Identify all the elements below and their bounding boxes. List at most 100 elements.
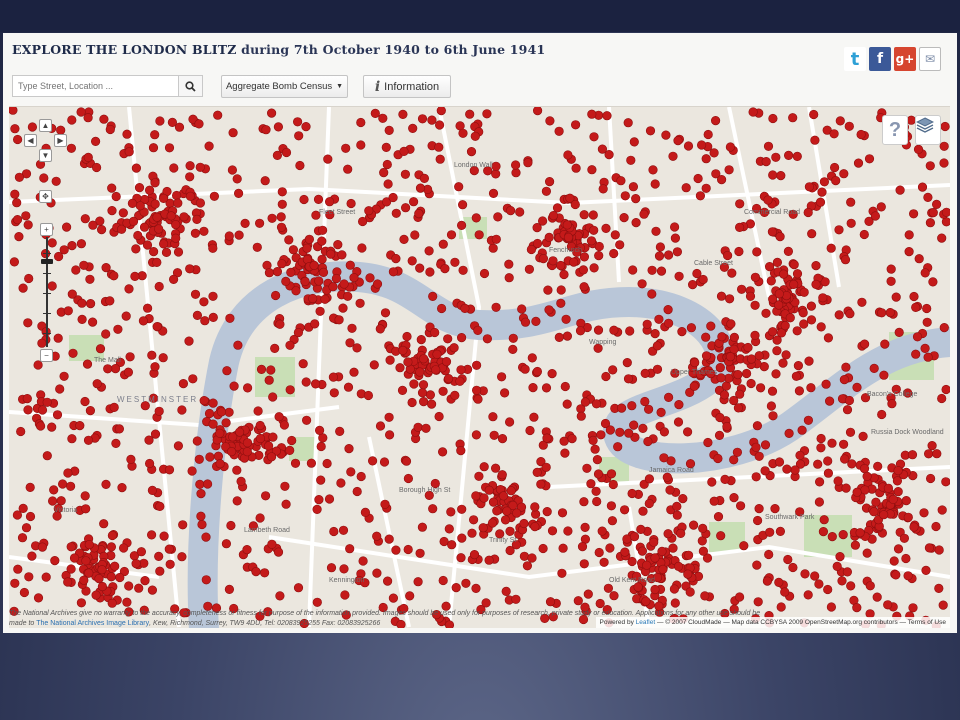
bomb-marker[interactable] bbox=[277, 259, 287, 269]
bomb-marker[interactable] bbox=[819, 177, 830, 187]
bomb-marker[interactable] bbox=[515, 207, 525, 217]
bomb-marker[interactable] bbox=[79, 575, 89, 585]
bomb-marker[interactable] bbox=[527, 553, 537, 563]
bomb-marker[interactable] bbox=[857, 297, 867, 307]
bomb-marker[interactable] bbox=[852, 487, 862, 497]
bomb-marker[interactable] bbox=[767, 386, 778, 396]
bomb-marker[interactable] bbox=[107, 183, 117, 193]
bomb-marker[interactable] bbox=[471, 491, 481, 501]
bomb-marker[interactable] bbox=[53, 251, 64, 262]
help-button[interactable]: ? bbox=[882, 115, 908, 145]
bomb-marker[interactable] bbox=[106, 572, 116, 582]
bomb-marker[interactable] bbox=[620, 547, 630, 557]
bomb-marker[interactable] bbox=[582, 463, 592, 473]
bomb-marker[interactable] bbox=[167, 117, 177, 127]
bomb-marker[interactable] bbox=[42, 397, 52, 407]
bomb-marker[interactable] bbox=[488, 412, 498, 422]
bomb-marker[interactable] bbox=[714, 430, 725, 441]
bomb-marker[interactable] bbox=[365, 273, 375, 283]
bomb-marker[interactable] bbox=[352, 486, 362, 497]
bomb-marker[interactable] bbox=[807, 229, 817, 239]
bomb-marker[interactable] bbox=[608, 479, 618, 490]
bomb-marker[interactable] bbox=[178, 520, 188, 530]
bomb-marker[interactable] bbox=[117, 483, 127, 493]
bomb-marker[interactable] bbox=[357, 243, 367, 253]
bomb-marker[interactable] bbox=[125, 352, 135, 362]
bomb-marker[interactable] bbox=[192, 310, 202, 320]
bomb-marker[interactable] bbox=[391, 545, 401, 555]
bomb-marker[interactable] bbox=[52, 410, 63, 420]
bomb-marker[interactable] bbox=[109, 271, 119, 281]
bomb-marker[interactable] bbox=[331, 273, 342, 284]
bomb-marker[interactable] bbox=[606, 469, 617, 479]
bomb-marker[interactable] bbox=[299, 194, 309, 205]
bomb-marker[interactable] bbox=[864, 154, 875, 164]
zoom-slider[interactable]: + − bbox=[40, 223, 54, 363]
bomb-marker[interactable] bbox=[487, 518, 498, 528]
bomb-marker[interactable] bbox=[190, 289, 201, 299]
bomb-marker[interactable] bbox=[778, 269, 789, 279]
bomb-marker[interactable] bbox=[893, 544, 904, 554]
bomb-marker[interactable] bbox=[563, 150, 573, 160]
bomb-marker[interactable] bbox=[13, 134, 23, 145]
bomb-marker[interactable] bbox=[142, 240, 153, 250]
bomb-marker[interactable] bbox=[469, 515, 479, 525]
bomb-marker[interactable] bbox=[571, 163, 581, 173]
bomb-marker[interactable] bbox=[541, 186, 552, 196]
bomb-marker[interactable] bbox=[251, 567, 261, 577]
bomb-marker[interactable] bbox=[124, 284, 134, 294]
bomb-marker[interactable] bbox=[846, 218, 856, 228]
bomb-marker[interactable] bbox=[519, 518, 529, 529]
bomb-marker[interactable] bbox=[227, 447, 237, 457]
bomb-marker[interactable] bbox=[650, 553, 660, 563]
bomb-marker[interactable] bbox=[338, 303, 348, 313]
bomb-marker[interactable] bbox=[508, 333, 518, 343]
bomb-marker[interactable] bbox=[701, 332, 711, 342]
bomb-marker[interactable] bbox=[813, 459, 823, 469]
bomb-marker[interactable] bbox=[19, 587, 29, 598]
bomb-marker[interactable] bbox=[488, 497, 499, 507]
bomb-marker[interactable] bbox=[401, 203, 411, 213]
bomb-marker[interactable] bbox=[589, 225, 599, 235]
bomb-marker[interactable] bbox=[194, 454, 204, 464]
bomb-marker[interactable] bbox=[405, 591, 415, 601]
bomb-marker[interactable] bbox=[904, 247, 914, 257]
bomb-marker[interactable] bbox=[552, 203, 563, 213]
bomb-marker[interactable] bbox=[234, 230, 244, 240]
bomb-marker[interactable] bbox=[591, 486, 601, 496]
bomb-marker[interactable] bbox=[446, 230, 457, 240]
bomb-marker[interactable] bbox=[886, 264, 896, 274]
bomb-marker[interactable] bbox=[67, 115, 77, 125]
bomb-marker[interactable] bbox=[720, 474, 730, 485]
bomb-marker[interactable] bbox=[285, 385, 295, 395]
bomb-marker[interactable] bbox=[155, 116, 165, 126]
bomb-marker[interactable] bbox=[532, 222, 542, 233]
bomb-marker[interactable] bbox=[941, 384, 950, 395]
bomb-marker[interactable] bbox=[59, 371, 69, 381]
bomb-marker[interactable] bbox=[471, 583, 481, 594]
bomb-marker[interactable] bbox=[35, 421, 46, 431]
bomb-marker[interactable] bbox=[627, 401, 637, 411]
bomb-marker[interactable] bbox=[161, 247, 172, 257]
bomb-marker[interactable] bbox=[178, 379, 188, 389]
bomb-marker[interactable] bbox=[128, 216, 139, 226]
bomb-marker[interactable] bbox=[66, 143, 77, 153]
bomb-marker[interactable] bbox=[177, 552, 187, 562]
bomb-marker[interactable] bbox=[735, 199, 745, 209]
bomb-marker[interactable] bbox=[793, 361, 804, 371]
bomb-marker[interactable] bbox=[345, 338, 355, 348]
bomb-marker[interactable] bbox=[689, 381, 699, 391]
bomb-marker[interactable] bbox=[16, 426, 26, 437]
bomb-marker[interactable] bbox=[75, 421, 85, 431]
bomb-marker[interactable] bbox=[792, 269, 803, 279]
bomb-marker[interactable] bbox=[619, 212, 629, 223]
bomb-marker[interactable] bbox=[121, 311, 131, 321]
bomb-marker[interactable] bbox=[636, 524, 646, 535]
bomb-marker[interactable] bbox=[752, 247, 762, 257]
bomb-marker[interactable] bbox=[663, 318, 674, 328]
bomb-marker[interactable] bbox=[845, 309, 855, 319]
bomb-marker[interactable] bbox=[415, 548, 425, 558]
bomb-marker[interactable] bbox=[899, 533, 910, 543]
bomb-marker[interactable] bbox=[506, 205, 516, 216]
bomb-marker[interactable] bbox=[343, 291, 353, 301]
